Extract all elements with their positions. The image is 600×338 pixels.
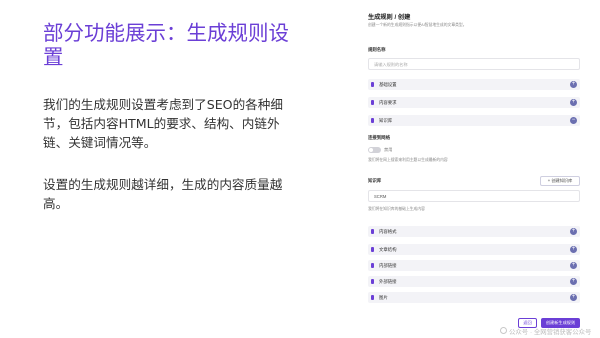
toggle-state-label: 禁用 xyxy=(384,147,393,152)
section-label: 基础设置 xyxy=(379,82,397,87)
web-connect-toggle[interactable] xyxy=(368,147,381,153)
expand-plus-icon[interactable]: + xyxy=(570,228,577,235)
section-internal-links[interactable]: 内部链接 + xyxy=(368,260,580,271)
web-connect-label: 连接到网络 xyxy=(368,135,390,140)
expand-plus-icon[interactable]: + xyxy=(570,294,577,301)
accent-bar xyxy=(371,279,374,284)
section-images[interactable]: 图片 + xyxy=(368,292,580,303)
accent-bar xyxy=(371,247,374,252)
section-label: 内容格式 xyxy=(379,229,397,234)
accent-bar xyxy=(371,100,374,105)
slide-title: 部分功能展示：生成规则设置 xyxy=(43,21,289,69)
accent-bar xyxy=(371,295,374,300)
web-connect-hint: 我们将在网上搜索来利用主题以生成最新的内容 xyxy=(368,158,448,162)
watermark-text: 公众号 · 全网营销获客公众号 xyxy=(509,329,592,336)
watermark-icon xyxy=(500,327,507,334)
intro-paragraph: 我们的生成规则设置考虑到了SEO的各种细节，包括内容HTML的要求、结构、内链外… xyxy=(43,97,283,150)
expand-plus-icon[interactable]: + xyxy=(570,99,577,106)
form-title: 生成规则 / 创建 xyxy=(368,14,411,21)
expand-plus-icon[interactable]: + xyxy=(570,246,577,253)
section-label: 外部链接 xyxy=(379,279,397,284)
knowledge-base-label: 知识库 xyxy=(368,178,382,183)
accent-bar xyxy=(371,229,374,234)
expand-plus-icon[interactable]: + xyxy=(570,278,577,285)
add-knowledge-base-button[interactable]: + 创建知识库 xyxy=(540,176,580,186)
expand-plus-icon[interactable]: + xyxy=(570,81,577,88)
section-label: 内部链接 xyxy=(379,263,397,268)
rule-name-input[interactable]: 请输入规则的名称 xyxy=(368,58,580,70)
section-content-format[interactable]: 内容格式 + xyxy=(368,226,580,237)
knowledge-base-select[interactable]: SCRM xyxy=(368,190,580,202)
form-subtitle: 创建一个新的生成规则指示以便AI智慧地生成的文章类型。 xyxy=(368,23,467,27)
section-label: 内容要求 xyxy=(379,100,397,105)
knowledge-base-hint: 我们将在知识库的基础上生成内容 xyxy=(368,207,425,211)
accent-bar xyxy=(371,263,374,268)
collapse-minus-icon[interactable]: − xyxy=(570,117,577,124)
section-label: 图片 xyxy=(379,295,388,300)
expand-plus-icon[interactable]: + xyxy=(570,262,577,269)
section-article-structure[interactable]: 文章结构 + xyxy=(368,244,580,255)
rule-name-label: 规则名称 xyxy=(368,47,386,52)
section-basic-settings[interactable]: 基础设置 + xyxy=(368,79,580,90)
quality-paragraph: 设置的生成规则越详细，生成的内容质量越高。 xyxy=(43,177,283,211)
section-label: 文章结构 xyxy=(379,247,397,252)
toggle-knob xyxy=(369,148,373,152)
accent-bar xyxy=(371,118,374,123)
section-knowledge-base[interactable]: 知识库 − xyxy=(368,115,580,126)
section-content-requirements[interactable]: 内容要求 + xyxy=(368,97,580,108)
section-external-links[interactable]: 外部链接 + xyxy=(368,276,580,287)
accent-bar xyxy=(371,82,374,87)
rule-form-screenshot: 生成规则 / 创建 创建一个新的生成规则指示以便AI智慧地生成的文章类型。 规则… xyxy=(360,6,586,332)
section-label: 知识库 xyxy=(379,118,393,123)
